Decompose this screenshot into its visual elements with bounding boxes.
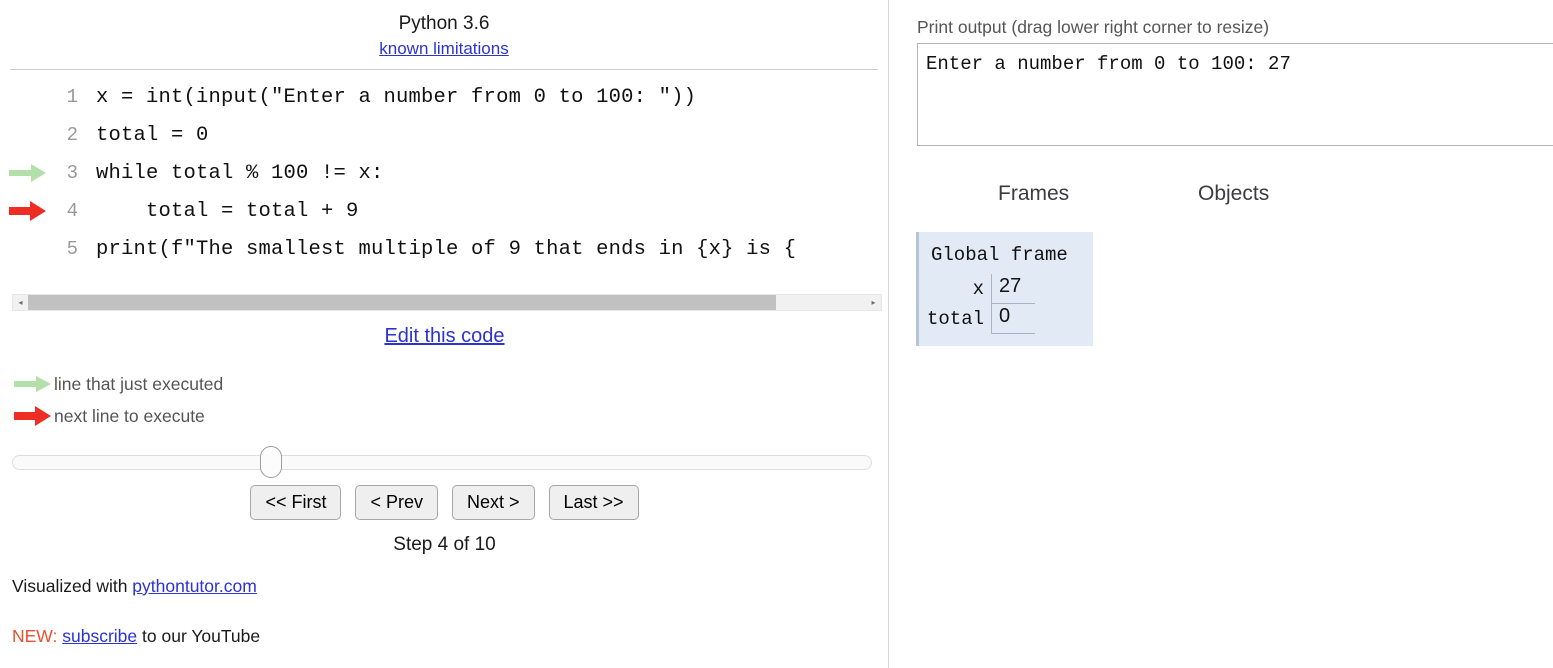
- variable-name: x: [972, 277, 985, 300]
- line-source: while total % 100 != x:: [96, 161, 384, 185]
- pythontutor-visualizer: Python 3.6 known limitations 1 x = int(i…: [0, 0, 1553, 668]
- code-line: 2 total = 0: [0, 116, 888, 154]
- output-panel: Print output (drag lower right corner to…: [890, 0, 1553, 668]
- known-limitations-link[interactable]: known limitations: [379, 38, 508, 60]
- slider-handle[interactable]: [260, 446, 282, 478]
- print-output-label: Print output (drag lower right corner to…: [917, 17, 1270, 37]
- objects-column-header: Objects: [1198, 182, 1270, 205]
- scroll-right-arrow-icon[interactable]: ▸: [866, 295, 881, 310]
- legend-item-next-line: next line to execute: [14, 400, 223, 432]
- scroll-left-arrow-icon[interactable]: ◂: [13, 295, 28, 310]
- edit-code-row: Edit this code: [0, 325, 889, 348]
- legend-label: next line to execute: [54, 405, 205, 426]
- visualization-column-headers: Frames Objects: [890, 182, 1553, 212]
- green-arrow-icon: [14, 375, 54, 393]
- frame-variables-table: x 27 total 0: [927, 274, 1036, 334]
- next-step-button[interactable]: Next >: [451, 485, 535, 520]
- red-arrow-icon: [14, 406, 54, 426]
- python-version-label: Python 3.6: [398, 13, 490, 34]
- variable-name: total: [927, 307, 985, 330]
- legend-item-just-executed: line that just executed: [14, 368, 223, 400]
- variable-value: 0: [991, 303, 1036, 334]
- code-line: 3 while total % 100 != x:: [0, 154, 888, 192]
- legend-label: line that just executed: [54, 373, 224, 394]
- edit-this-code-link[interactable]: Edit this code: [384, 325, 504, 347]
- code-display: 1 x = int(input("Enter a number from 0 t…: [0, 78, 888, 268]
- line-source: x = int(input("Enter a number from 0 to …: [96, 85, 697, 109]
- code-line: 1 x = int(input("Enter a number from 0 t…: [0, 78, 888, 116]
- code-panel: Python 3.6 known limitations 1 x = int(i…: [0, 0, 889, 668]
- code-line: 4 total = total + 9: [0, 192, 888, 230]
- step-slider[interactable]: [12, 446, 872, 478]
- execution-marker-slot: [0, 78, 56, 116]
- table-row: x 27: [927, 274, 1036, 304]
- footer: Visualized with pythontutor.com NEW: sub…: [12, 570, 260, 652]
- execution-marker-slot: [0, 116, 56, 154]
- line-number: 4: [66, 200, 78, 222]
- visualized-with-text: Visualized with: [12, 576, 133, 596]
- subscribe-link[interactable]: subscribe: [62, 626, 137, 646]
- line-source: total = total + 9: [96, 199, 359, 223]
- step-counter-label: Step 4 of 10: [393, 534, 496, 555]
- header-divider: [10, 69, 878, 70]
- execution-marker-slot: [0, 154, 56, 192]
- execution-legend: line that just executed next line to exe…: [14, 368, 223, 432]
- line-number: 1: [66, 86, 78, 108]
- line-number: 5: [66, 238, 78, 260]
- line-number: 2: [66, 124, 78, 146]
- last-step-button[interactable]: Last >>: [548, 485, 639, 520]
- global-frame-box: Global frame x 27 total 0: [916, 232, 1093, 346]
- execution-marker-slot: [0, 192, 56, 230]
- step-navigation: << First < Prev Next > Last >>: [0, 485, 889, 520]
- code-panel-header: Python 3.6 known limitations: [0, 0, 888, 60]
- pythontutor-link[interactable]: pythontutor.com: [132, 576, 257, 596]
- subscribe-line: NEW: subscribe to our YouTube: [12, 620, 260, 652]
- line-source: total = 0: [96, 123, 209, 147]
- table-row: total 0: [927, 303, 1036, 334]
- subscribe-tail-text: to our YouTube: [137, 626, 261, 646]
- variable-value: 27: [991, 274, 1036, 304]
- scrollbar-track[interactable]: [28, 295, 866, 310]
- footer-spacer: [12, 602, 260, 620]
- frames-column-header: Frames: [998, 182, 1070, 205]
- prev-step-button[interactable]: < Prev: [355, 485, 438, 520]
- code-line: 5 print(f"The smallest multiple of 9 tha…: [0, 230, 888, 268]
- code-horizontal-scrollbar[interactable]: ◂ ▸: [12, 294, 882, 311]
- slider-track[interactable]: [12, 455, 872, 470]
- line-number: 3: [66, 162, 78, 184]
- visualized-with-line: Visualized with pythontutor.com: [12, 570, 260, 602]
- scrollbar-thumb[interactable]: [28, 295, 776, 310]
- execution-marker-slot: [0, 230, 56, 268]
- line-source: print(f"The smallest multiple of 9 that …: [96, 237, 797, 261]
- green-arrow-icon: [9, 164, 46, 182]
- frame-title: Global frame: [931, 244, 1068, 266]
- first-step-button[interactable]: << First: [250, 485, 342, 520]
- print-output-textarea[interactable]: [917, 43, 1553, 146]
- red-arrow-icon: [9, 201, 46, 221]
- new-badge: NEW:: [12, 626, 58, 646]
